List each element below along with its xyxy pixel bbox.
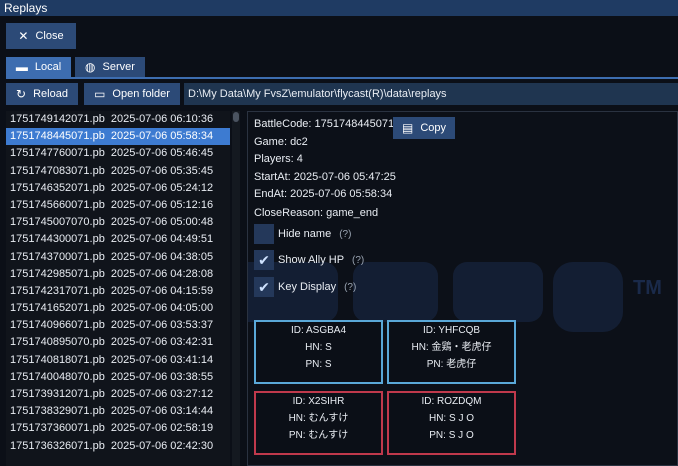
open-folder-label: Open folder (112, 88, 170, 100)
tab-local-label: Local (34, 61, 62, 73)
player-pn: S J O (448, 430, 474, 441)
replay-row[interactable]: 1751740818071.pb 2025-07-06 03:41:14 (6, 352, 230, 369)
pn-label: PN: (429, 430, 446, 441)
checkmark-icon: ✔ (258, 252, 270, 268)
player-card: ID: ROZDQM HN: S J O PN: S J O (387, 391, 516, 455)
player-id: ID: ASGBA4 (290, 325, 347, 336)
folder-icon: ▬ (15, 60, 28, 74)
replay-row[interactable]: 1751745007070.pb 2025-07-06 05:00:48 (6, 214, 230, 231)
close-icon: ✕ (18, 29, 29, 43)
help-icon[interactable]: (?) (352, 255, 364, 266)
list-scrollbar[interactable] (232, 111, 240, 466)
reload-label: Reload (33, 88, 68, 100)
close-button[interactable]: ✕ Close (6, 23, 76, 49)
copy-label: Copy (420, 122, 447, 134)
replay-row[interactable]: 1751740966071.pb 2025-07-06 03:53:37 (6, 317, 230, 334)
pn-label: PN: (305, 359, 323, 370)
replay-list: 1751749142071.pb 2025-07-06 06:10:36 175… (6, 111, 230, 466)
players-count: Players: 4 (254, 153, 303, 165)
player-pn: S (324, 359, 332, 370)
checkmark-icon: ✔ (258, 279, 270, 295)
help-icon[interactable]: (?) (339, 229, 351, 240)
replay-row[interactable]: 1751744300071.pb 2025-07-06 04:49:51 (6, 231, 230, 248)
player-hn: S J O (449, 413, 475, 424)
open-folder-button[interactable]: ▭ Open folder (84, 83, 180, 105)
player-hn: S (325, 342, 332, 353)
show-ally-hp-checkbox[interactable]: ✔ (254, 250, 274, 270)
tab-server[interactable]: ◍ Server (75, 57, 145, 77)
replay-row[interactable]: 1751747760071.pb 2025-07-06 05:46:45 (6, 145, 230, 162)
pn-label: PN: (288, 430, 306, 441)
hn-label: HN: (305, 342, 323, 353)
battle-code: BattleCode: 1751748445071 (254, 118, 395, 130)
tab-underline (6, 77, 678, 79)
replay-row[interactable]: 1751740048070.pb 2025-07-06 03:38:55 (6, 369, 230, 386)
game-info: Game: dc2 (254, 136, 308, 148)
player-pn: むんすけ (308, 430, 349, 441)
replay-row-selected[interactable]: 1751748445071.pb 2025-07-06 05:58:34 (6, 128, 230, 146)
hn-label: HN: (288, 413, 306, 424)
hn-label: HN: (428, 413, 447, 424)
hide-name-checkbox[interactable] (254, 224, 274, 244)
player-card: ID: X2SIHR HN: むんすけ PN: むんすけ (254, 391, 383, 455)
player-hn: 金鶏・老虎仔 (431, 342, 492, 353)
end-at: EndAt: 2025-07-06 05:58:34 (254, 188, 393, 200)
replay-row[interactable]: 1751747083071.pb 2025-07-06 05:35:45 (6, 163, 230, 180)
replay-row[interactable]: 1751749142071.pb 2025-07-06 06:10:36 (6, 111, 230, 128)
reload-button[interactable]: ↻ Reload (6, 83, 78, 105)
path-field[interactable]: D:\My Data\My FvsZ\emulator\flycast(R)\d… (184, 83, 678, 105)
show-ally-hp-label: Show Ally HP (?) (278, 254, 365, 266)
replay-row[interactable]: 1751743700071.pb 2025-07-06 04:38:05 (6, 249, 230, 266)
clipboard-icon: ▤ (401, 121, 414, 135)
player-id: ID: YHFCQB (422, 325, 481, 336)
replay-row[interactable]: 1751740895070.pb 2025-07-06 03:42:31 (6, 334, 230, 351)
player-hn: むんすけ (308, 413, 349, 424)
reload-icon: ↻ (16, 87, 27, 101)
replay-row[interactable]: 1751737360071.pb 2025-07-06 02:58:19 (6, 420, 230, 437)
replay-row[interactable]: 1751741652071.pb 2025-07-06 04:05:00 (6, 300, 230, 317)
player-pn: 老虎仔 (446, 359, 477, 370)
replay-row[interactable]: 1751738329071.pb 2025-07-06 03:14:44 (6, 403, 230, 420)
replay-row[interactable]: 1751742317071.pb 2025-07-06 04:15:59 (6, 283, 230, 300)
player-card: ID: YHFCQB HN: 金鶏・老虎仔 PN: 老虎仔 (387, 320, 516, 384)
replay-details-panel: TM BattleCode: 1751748445071 ▤ Copy Game… (247, 111, 678, 466)
watermark-tm: TM (633, 277, 662, 299)
replay-row[interactable]: 1751739312071.pb 2025-07-06 03:27:12 (6, 386, 230, 403)
replay-row[interactable]: 1751736326071.pb 2025-07-06 02:42:30 (6, 438, 230, 455)
folder-open-icon: ▭ (94, 87, 106, 101)
tab-server-label: Server (102, 61, 135, 73)
hide-name-label: Hide name (?) (278, 228, 352, 240)
copy-button[interactable]: ▤ Copy (393, 117, 455, 139)
pn-label: PN: (426, 359, 444, 370)
globe-icon: ◍ (85, 60, 96, 74)
close-reason: CloseReason: game_end (254, 207, 379, 219)
close-label: Close (35, 30, 64, 42)
start-at: StartAt: 2025-07-06 05:47:25 (254, 171, 396, 183)
replay-row[interactable]: 1751746352071.pb 2025-07-06 05:24:12 (6, 180, 230, 197)
player-card: ID: ASGBA4 HN: S PN: S (254, 320, 383, 384)
tab-local[interactable]: ▬ Local (6, 57, 71, 77)
hn-label: HN: (411, 342, 429, 353)
key-display-checkbox[interactable]: ✔ (254, 277, 274, 297)
window-title: Replays (0, 0, 678, 16)
replay-row[interactable]: 1751742985071.pb 2025-07-06 04:28:08 (6, 266, 230, 283)
replay-row[interactable]: 1751745660071.pb 2025-07-06 05:12:16 (6, 197, 230, 214)
player-id: ID: ROZDQM (421, 396, 482, 407)
help-icon[interactable]: (?) (344, 282, 356, 293)
list-scroll-thumb[interactable] (233, 112, 239, 122)
key-display-label: Key Display (?) (278, 281, 357, 293)
player-id: ID: X2SIHR (292, 396, 345, 407)
